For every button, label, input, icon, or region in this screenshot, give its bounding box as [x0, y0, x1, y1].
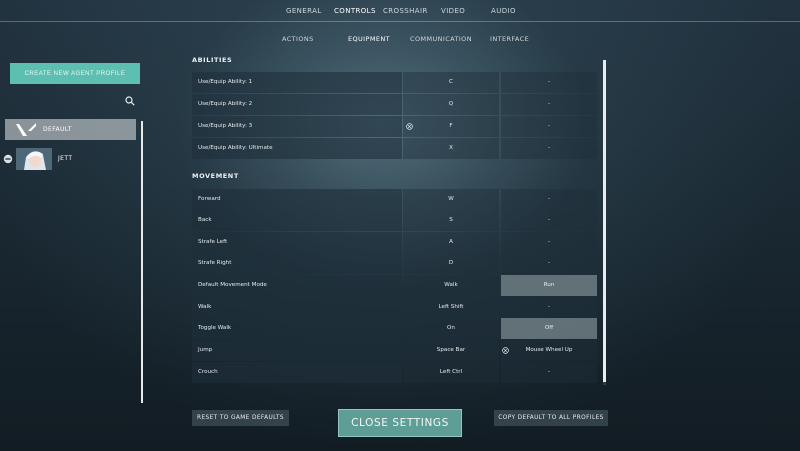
option-run[interactable]: Run — [501, 275, 597, 296]
tab-audio[interactable]: AUDIO — [491, 7, 516, 15]
keybind-label: Walk — [198, 304, 212, 310]
keybind-row: Strafe Left A - — [192, 232, 597, 253]
settings-tab-bar: GENERAL CONTROLS CROSSHAIR VIDEO AUDIO — [0, 0, 800, 22]
profile-jett[interactable]: JETT — [3, 147, 134, 170]
secondary-key-cell[interactable]: - — [501, 72, 597, 93]
profile-default[interactable]: DEFAULT — [5, 119, 136, 140]
primary-key-cell[interactable]: W — [403, 189, 499, 210]
create-agent-profile-button[interactable]: CREATE NEW AGENT PROFILE — [10, 63, 140, 84]
keybind-row: Use/Equip Ability: Ultimate X - — [192, 138, 597, 159]
primary-key-cell[interactable]: F — [403, 116, 499, 137]
keybind-row: Use/Equip Ability: 2 Q - — [192, 94, 597, 115]
secondary-key-cell[interactable]: - — [501, 210, 597, 231]
profile-name: JETT — [58, 155, 73, 162]
tab-controls[interactable]: CONTROLS — [334, 7, 376, 15]
primary-key-cell[interactable]: Q — [403, 94, 499, 115]
primary-key-cell[interactable]: C — [403, 72, 499, 93]
primary-key-cell[interactable]: S — [403, 210, 499, 231]
secondary-key-cell[interactable]: - — [501, 232, 597, 253]
profile-list-scrollbar[interactable] — [141, 121, 143, 403]
keybind-label: Back — [198, 217, 212, 223]
search-icon[interactable] — [125, 96, 135, 106]
remove-profile-icon[interactable] — [3, 154, 13, 164]
keybind-label: Use/Equip Ability: 2 — [198, 101, 253, 107]
keybind-row: Jump Space Bar Mouse Wheel Up — [192, 340, 597, 361]
subtab-actions[interactable]: ACTIONS — [282, 35, 314, 43]
reset-defaults-button[interactable]: RESET TO GAME DEFAULTS — [192, 410, 289, 426]
keybind-label: Use/Equip Ability: 3 — [198, 123, 253, 129]
keybind-row: Use/Equip Ability: 3 F - — [192, 116, 597, 137]
secondary-key-cell[interactable]: - — [501, 189, 597, 210]
secondary-key-cell[interactable]: - — [501, 138, 597, 159]
option-walk[interactable]: Walk — [403, 275, 499, 296]
keybind-row: Default Movement Mode Walk Run — [192, 275, 597, 296]
option-on[interactable]: On — [403, 318, 499, 339]
subtab-interface[interactable]: INTERFACE — [490, 35, 529, 43]
keybind-row: Walk Left Shift - — [192, 297, 597, 318]
primary-key-cell[interactable]: Left Ctrl — [403, 362, 499, 383]
section-title-abilities: ABILITIES — [192, 56, 233, 64]
tab-crosshair[interactable]: CROSSHAIR — [383, 7, 428, 15]
tab-general[interactable]: GENERAL — [286, 7, 322, 15]
keybind-label: Crouch — [198, 369, 218, 375]
keybind-label: Jump — [198, 347, 213, 353]
secondary-key-cell[interactable]: - — [501, 362, 597, 383]
keybind-label: Default Movement Mode — [198, 282, 267, 288]
close-settings-button[interactable]: CLOSE SETTINGS — [338, 409, 462, 437]
keybind-label: Use/Equip Ability: 1 — [198, 79, 253, 85]
tab-bar-divider — [0, 21, 800, 22]
copy-default-profiles-button[interactable]: COPY DEFAULT TO ALL PROFILES — [494, 410, 608, 426]
keybind-row: Crouch Left Ctrl - — [192, 362, 597, 383]
subtab-equipment[interactable]: EQUIPMENT — [348, 35, 390, 43]
primary-key-cell[interactable]: A — [403, 232, 499, 253]
valorant-logo-icon — [16, 122, 36, 136]
option-off[interactable]: Off — [501, 318, 597, 339]
secondary-key-cell[interactable]: - — [501, 94, 597, 115]
primary-key-cell[interactable]: X — [403, 138, 499, 159]
secondary-key-cell[interactable]: Mouse Wheel Up — [501, 340, 597, 361]
keybind-label: Use/Equip Ability: Ultimate — [198, 145, 273, 151]
keybind-label: Strafe Right — [198, 260, 232, 266]
keybind-label: Strafe Left — [198, 239, 228, 245]
primary-key-cell[interactable]: Left Shift — [403, 297, 499, 318]
keybind-list-scrollbar[interactable] — [603, 60, 606, 382]
secondary-key-cell[interactable]: - — [501, 253, 597, 274]
secondary-key-cell[interactable]: - — [501, 297, 597, 318]
primary-key-cell[interactable]: D — [403, 253, 499, 274]
primary-key-cell[interactable]: Space Bar — [403, 340, 499, 361]
agent-portrait-icon — [16, 147, 52, 170]
keybind-row: Strafe Right D - — [192, 253, 597, 274]
keybind-label: Forward — [198, 196, 221, 202]
keybind-row: Use/Equip Ability: 1 C - — [192, 72, 597, 93]
section-title-movement: MOVEMENT — [192, 172, 239, 180]
profile-name: DEFAULT — [43, 126, 72, 133]
secondary-key-cell[interactable]: - — [501, 116, 597, 137]
subtab-communication[interactable]: COMMUNICATION — [410, 35, 472, 43]
keybind-row: Toggle Walk On Off — [192, 318, 597, 339]
keybind-row: Forward W - — [192, 189, 597, 210]
keybind-label: Toggle Walk — [198, 325, 232, 331]
tab-video[interactable]: VIDEO — [441, 7, 465, 15]
keybind-row: Back S - — [192, 210, 597, 231]
